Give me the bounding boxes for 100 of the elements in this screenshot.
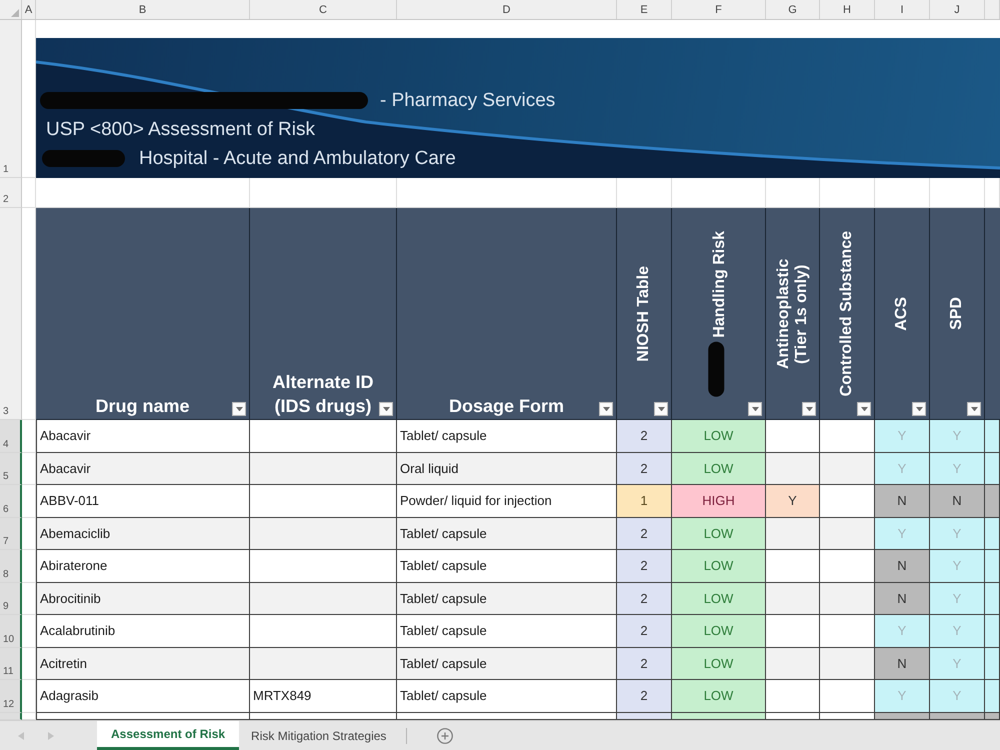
table-cell [766,582,820,615]
table-cell [820,420,875,452]
table-cell [985,485,1000,518]
column-letter[interactable]: B [36,0,250,19]
filter-button[interactable] [654,402,668,416]
filter-button[interactable] [912,402,926,416]
filter-button[interactable] [748,402,762,416]
row-number[interactable]: 12 [0,680,22,712]
table-cell [820,485,875,518]
caret-down-icon [602,406,610,412]
table-cell: Y [930,680,985,712]
column-header: Drug name [95,395,190,418]
sheet-tab[interactable]: Assessment of Risk [97,721,240,750]
table-cell: N [875,485,930,518]
table-cell: 2 [617,615,672,648]
table-cell: N [875,648,930,680]
table-cell: ABBV-011 [36,485,250,518]
table-cell [766,680,820,712]
table-cell [820,648,875,680]
banner-text: - Pharmacy Services [380,90,556,112]
column-letter[interactable]: G [766,0,820,19]
table-cell: Y [930,648,985,680]
table-cell: LOW [672,518,766,550]
table-cell: Y [930,550,985,582]
caret-down-icon [916,406,922,412]
table-cell: 2 [617,648,672,680]
plus-circle-icon[interactable] [437,728,454,744]
table-cell [985,550,1000,582]
table-cell: LOW [672,550,766,582]
table-cell [766,615,820,648]
table-cell [985,582,1000,615]
table-cell: Y [930,452,985,485]
table-cell: Y [930,582,985,615]
row-number[interactable]: 11 [0,648,22,680]
column-letter[interactable]: J [930,0,985,19]
row-number[interactable]: 1 [0,20,22,178]
filter-button[interactable] [802,402,816,416]
table-cell: Y [930,420,985,452]
table-cell: Acitretin [36,648,250,680]
column-letter[interactable]: D [397,0,617,19]
table-cell: Y [930,518,985,550]
row-number[interactable]: 9 [0,582,22,615]
row-number[interactable]: 2 [0,178,22,208]
table-cell: Y [875,452,930,485]
table-cell [985,452,1000,485]
table-cell [766,550,820,582]
column-header: Dosage Form [448,395,564,418]
column-header: Alternate ID (IDS drugs) [271,371,375,418]
column-letter[interactable]: H [820,0,875,19]
table-cell [820,518,875,550]
table-cell [766,518,820,550]
row-number[interactable]: 10 [0,615,22,648]
table-cell: 2 [617,550,672,582]
table-cell: Y [930,615,985,648]
table-cell: Y [875,615,930,648]
column-letter[interactable]: A [22,0,36,19]
caret-down-icon [860,406,868,412]
caret-down-icon [658,406,664,412]
banner-text: Hospital - Acute and Ambulatory Care [139,148,456,170]
caret-down-icon [382,406,390,412]
table-cell [766,452,820,485]
table-cell: N [875,582,930,615]
table-cell: 2 [617,680,672,712]
table-cell [820,615,875,648]
table-cell: Abiraterone [36,550,250,582]
column-letter[interactable]: I [875,0,930,19]
table-cell [820,452,875,485]
sheet-tab[interactable]: Risk Mitigation Strategies [239,721,398,750]
row-number[interactable]: 5 [0,452,22,485]
table-cell [985,420,1000,452]
row-number[interactable]: 8 [0,550,22,582]
table-cell: Tablet/ capsule [397,518,617,550]
table-cell: Tablet/ capsule [397,648,617,680]
table-cell: HIGH [672,485,766,518]
row-number[interactable]: 6 [0,485,22,518]
table-cell [985,615,1000,648]
table-cell: Y [766,485,820,518]
caret-down-icon [752,406,758,412]
column-letter[interactable]: E [617,0,672,19]
filter-button[interactable] [599,402,613,416]
table-cell [820,550,875,582]
column-letter[interactable]: F [672,0,766,19]
table-cell: Y [875,518,930,550]
row-number[interactable]: 4 [0,420,22,452]
column-header: Handling Risk [711,230,728,338]
table-cell: Y [875,680,930,712]
table-cell [766,420,820,452]
column-letter[interactable]: C [250,0,397,19]
filter-button[interactable] [967,402,981,416]
filter-button[interactable] [857,402,871,416]
column-header: NIOSH Table [635,266,652,362]
row-number[interactable]: 7 [0,518,22,550]
row-number[interactable]: 3 [0,208,22,420]
table-cell: Powder/ liquid for injection [397,485,617,518]
filter-button[interactable] [379,402,393,416]
table-cell [985,648,1000,680]
table-cell: Abacavir [36,452,250,485]
table-cell: LOW [672,648,766,680]
column-header: Controlled Substance [838,230,855,396]
filter-button[interactable] [232,402,246,416]
